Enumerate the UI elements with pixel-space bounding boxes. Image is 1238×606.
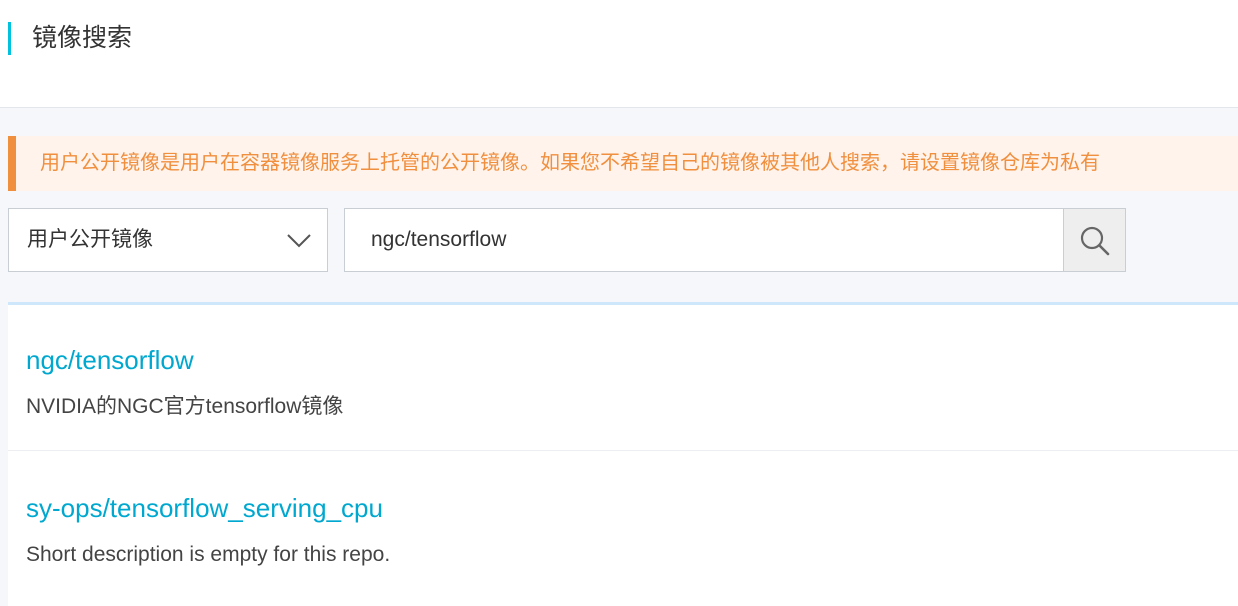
search-input[interactable] <box>344 208 1064 272</box>
result-title-link[interactable]: sy-ops/tensorflow_serving_cpu <box>26 491 383 525</box>
search-button[interactable] <box>1063 208 1126 272</box>
search-icon <box>1080 226 1110 256</box>
result-title-link[interactable]: ngc/tensorflow <box>26 343 194 377</box>
result-item: ngc/tensorflow NVIDIA的NGC官方tensorflow镜像 <box>8 305 1238 451</box>
scope-select[interactable]: 用户公开镜像 <box>8 208 328 272</box>
page-header: 镜像搜索 <box>0 0 1238 108</box>
page-title: 镜像搜索 <box>32 24 133 52</box>
notice-banner: 用户公开镜像是用户在容器镜像服务上托管的公开镜像。如果您不希望自己的镜像被其他人… <box>8 136 1238 191</box>
search-results: ngc/tensorflow NVIDIA的NGC官方tensorflow镜像 … <box>8 302 1238 606</box>
notice-text: 用户公开镜像是用户在容器镜像服务上托管的公开镜像。如果您不希望自己的镜像被其他人… <box>40 152 1100 174</box>
result-item: sy-ops/tensorflow_serving_cpu Short desc… <box>8 453 1238 599</box>
title-accent-bar <box>8 22 11 55</box>
scope-select-value: 用户公开镜像 <box>27 228 153 251</box>
result-description: NVIDIA的NGC官方tensorflow镜像 <box>26 395 344 418</box>
chevron-down-icon <box>287 234 311 248</box>
result-description: Short description is empty for this repo… <box>26 543 391 566</box>
